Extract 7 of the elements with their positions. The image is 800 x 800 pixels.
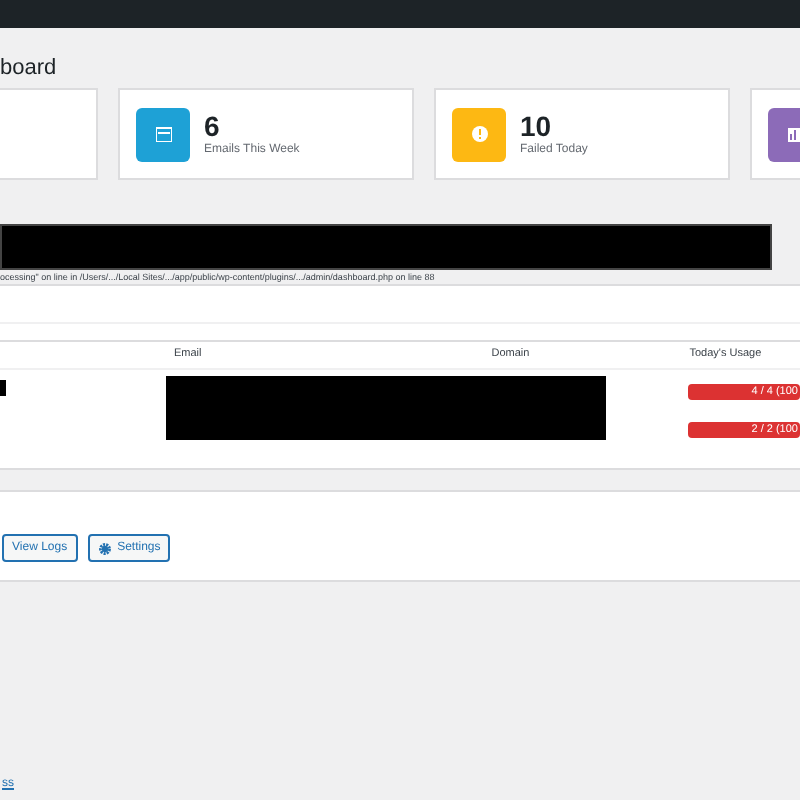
calendar-icon bbox=[155, 126, 171, 142]
stat-value: 10 bbox=[520, 111, 554, 141]
gear-icon bbox=[97, 541, 112, 555]
page-title: board bbox=[0, 56, 59, 80]
redaction-block bbox=[0, 380, 6, 396]
alert-icon bbox=[471, 126, 487, 142]
stat-value: 6 bbox=[204, 111, 222, 141]
